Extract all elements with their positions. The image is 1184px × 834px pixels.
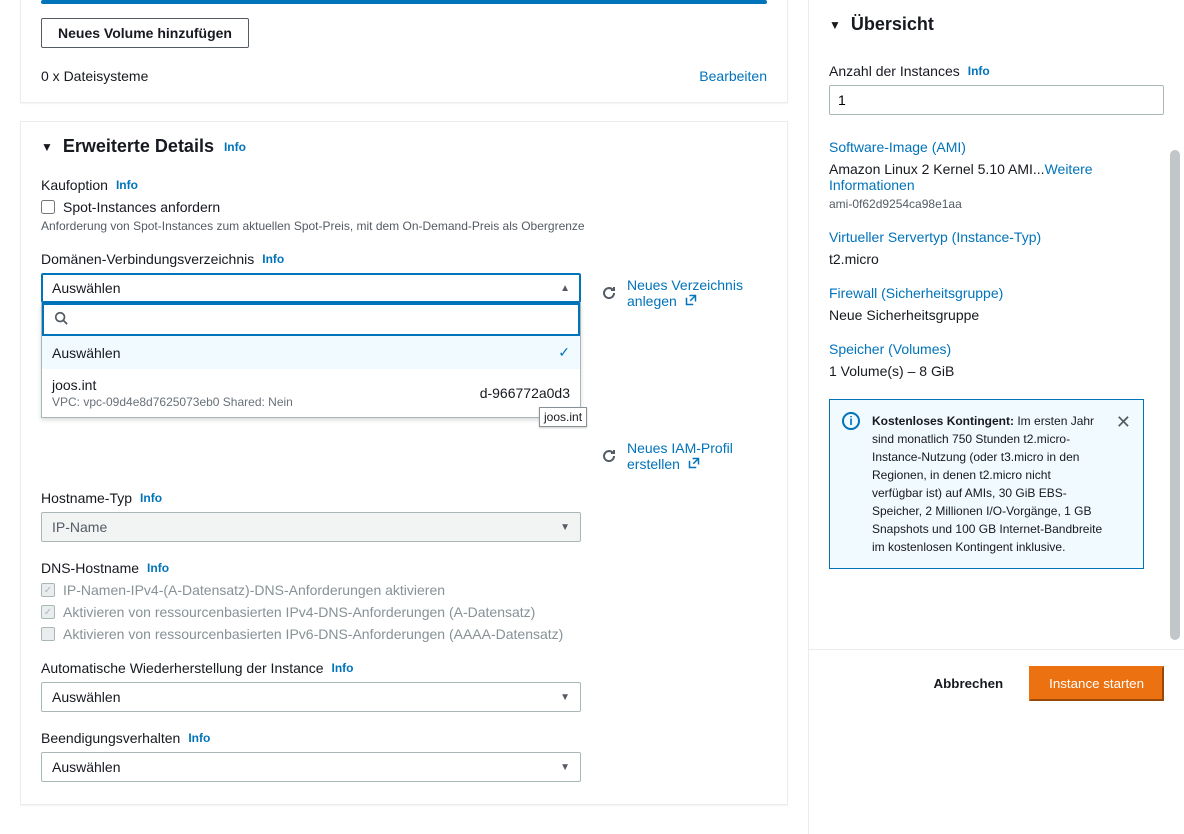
info-link[interactable]: Info bbox=[188, 731, 210, 745]
directory-select[interactable]: Auswählen ▲ bbox=[41, 273, 581, 303]
instance-type-link[interactable]: Virtueller Servertyp (Instance-Typ) bbox=[829, 229, 1144, 245]
termination-label: Beendigungsverhalten bbox=[41, 730, 180, 746]
instance-type-value: t2.micro bbox=[829, 251, 1144, 267]
dns-hostname-label: DNS-Hostname bbox=[41, 560, 139, 576]
launch-instance-button[interactable]: Instance starten bbox=[1029, 666, 1164, 701]
free-tier-text: Im ersten Jahr sind monatlich 750 Stunde… bbox=[872, 414, 1102, 554]
advanced-details-title: Erweiterte Details bbox=[63, 136, 214, 157]
edit-filesystems-link[interactable]: Bearbeiten bbox=[699, 68, 767, 84]
directory-option-sub: VPC: vpc-09d4e8d7625073eb0 Shared: Nein bbox=[52, 395, 293, 409]
storage-value: 1 Volume(s) – 8 GiB bbox=[829, 363, 1144, 379]
directory-option-id: d-966772a0d3 bbox=[480, 385, 570, 401]
ami-link[interactable]: Software-Image (AMI) bbox=[829, 139, 1144, 155]
external-link-icon bbox=[685, 293, 697, 309]
directory-select-value: Auswählen bbox=[52, 280, 121, 296]
storage-link[interactable]: Speicher (Volumes) bbox=[829, 341, 1144, 357]
dns-resource-ipv6-checkbox bbox=[41, 627, 55, 641]
firewall-link[interactable]: Firewall (Sicherheitsgruppe) bbox=[829, 285, 1144, 301]
dns-ipv4-a-label: IP-Namen-IPv4-(A-Datensatz)-DNS-Anforder… bbox=[63, 582, 445, 598]
free-tier-infobox: i Kostenloses Kontingent: Im ersten Jahr… bbox=[829, 399, 1144, 569]
dns-resource-ipv6-label: Aktivieren von ressourcenbasierten IPv6-… bbox=[63, 626, 563, 642]
new-directory-link[interactable]: Neues Verzeichnis anlegen bbox=[627, 277, 767, 309]
hostname-type-label: Hostname-Typ bbox=[41, 490, 132, 506]
directory-option-joos[interactable]: joos.int VPC: vpc-09d4e8d7625073eb0 Shar… bbox=[42, 369, 580, 417]
purchase-option-label: Kaufoption bbox=[41, 177, 108, 193]
info-link[interactable]: Info bbox=[262, 252, 284, 266]
ami-id: ami-0f62d9254ca98e1aa bbox=[829, 197, 1144, 211]
sidebar-scrollbar[interactable] bbox=[1168, 150, 1182, 649]
info-icon: i bbox=[842, 412, 860, 430]
filesystems-count: 0 x Dateisysteme bbox=[41, 68, 148, 84]
new-iam-profile-link[interactable]: Neues IAM-Profil erstellen bbox=[627, 440, 767, 472]
hostname-type-value: IP-Name bbox=[52, 519, 107, 535]
close-infobox-button[interactable]: ✕ bbox=[1116, 412, 1131, 556]
external-link-icon bbox=[688, 456, 700, 472]
spot-instances-label: Spot-Instances anfordern bbox=[63, 199, 220, 215]
caret-down-icon: ▼ bbox=[560, 522, 570, 533]
hostname-type-select: IP-Name ▼ bbox=[41, 512, 581, 542]
caret-down-icon: ▼ bbox=[829, 18, 841, 32]
directory-label: Domänen-Verbindungsverzeichnis bbox=[41, 251, 254, 267]
auto-recovery-label: Automatische Wiederherstellung der Insta… bbox=[41, 660, 323, 676]
auto-recovery-value: Auswählen bbox=[52, 689, 121, 705]
directory-dropdown: Auswählen ✓ joos.int VPC: vpc-09d4e8d762… bbox=[41, 303, 581, 418]
info-link[interactable]: Info bbox=[968, 64, 990, 78]
check-icon: ✓ bbox=[558, 344, 570, 361]
dns-ipv4-a-checkbox: ✓ bbox=[41, 583, 55, 597]
refresh-iam-button[interactable] bbox=[601, 448, 617, 464]
caret-up-icon: ▲ bbox=[560, 283, 570, 294]
caret-down-icon: ▼ bbox=[41, 140, 53, 154]
info-link[interactable]: Info bbox=[147, 561, 169, 575]
add-volume-button[interactable]: Neues Volume hinzufügen bbox=[41, 18, 249, 48]
directory-tooltip: joos.int bbox=[539, 407, 587, 427]
instance-count-label: Anzahl der Instances bbox=[829, 63, 960, 79]
termination-value: Auswählen bbox=[52, 759, 121, 775]
directory-option-placeholder[interactable]: Auswählen ✓ bbox=[42, 336, 580, 369]
cancel-button[interactable]: Abbrechen bbox=[916, 666, 1022, 701]
info-link[interactable]: Info bbox=[331, 661, 353, 675]
dns-resource-ipv4-checkbox: ✓ bbox=[41, 605, 55, 619]
auto-recovery-select[interactable]: Auswählen ▼ bbox=[41, 682, 581, 712]
refresh-directory-button[interactable] bbox=[601, 285, 617, 301]
directory-option-label: Auswählen bbox=[52, 345, 121, 361]
instance-count-input[interactable] bbox=[829, 85, 1164, 115]
info-link[interactable]: Info bbox=[224, 140, 246, 154]
spot-instances-checkbox[interactable] bbox=[41, 200, 55, 214]
info-link[interactable]: Info bbox=[116, 178, 138, 192]
summary-title: Übersicht bbox=[851, 14, 934, 35]
termination-select[interactable]: Auswählen ▼ bbox=[41, 752, 581, 782]
summary-toggle[interactable]: ▼ Übersicht bbox=[809, 0, 1184, 43]
info-link[interactable]: Info bbox=[140, 491, 162, 505]
free-tier-bold: Kostenloses Kontingent: bbox=[872, 414, 1014, 428]
firewall-value: Neue Sicherheitsgruppe bbox=[829, 307, 1144, 323]
dns-resource-ipv4-label: Aktivieren von ressourcenbasierten IPv4-… bbox=[63, 604, 535, 620]
search-icon bbox=[54, 311, 68, 328]
advanced-details-toggle[interactable]: ▼ Erweiterte Details Info bbox=[21, 122, 787, 171]
caret-down-icon: ▼ bbox=[560, 762, 570, 773]
spot-helper-text: Anforderung von Spot-Instances zum aktue… bbox=[41, 219, 767, 233]
directory-search-input[interactable] bbox=[76, 312, 568, 328]
caret-down-icon: ▼ bbox=[560, 692, 570, 703]
ami-desc: Amazon Linux 2 Kernel 5.10 AMI... bbox=[829, 161, 1045, 177]
directory-option-name: joos.int bbox=[52, 377, 293, 393]
